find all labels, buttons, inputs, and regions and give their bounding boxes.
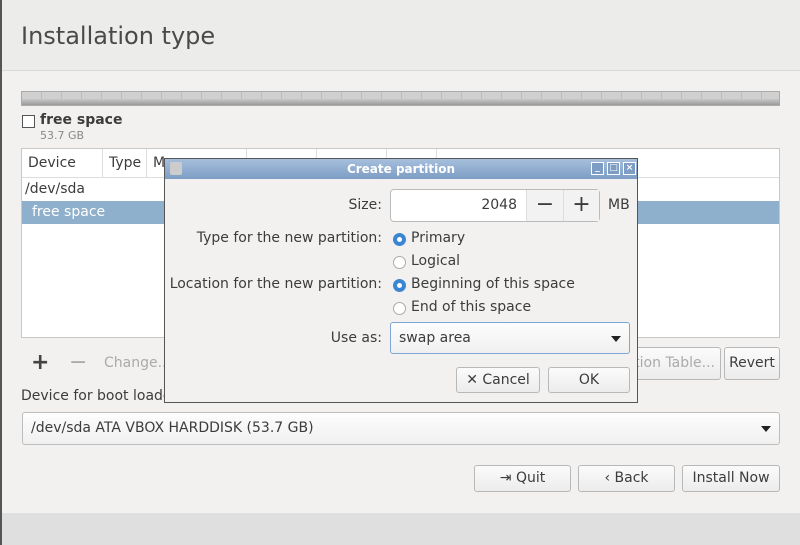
quit-icon: ⇥ bbox=[499, 470, 516, 486]
close-icon[interactable]: × bbox=[623, 162, 636, 175]
increment-button[interactable]: + bbox=[563, 190, 599, 221]
bootloader-device-select[interactable]: /dev/sda ATA VBOX HARDDISK (53.7 GB) bbox=[22, 412, 780, 445]
dialog-title: Create partition bbox=[346, 162, 456, 176]
beginning-label[interactable]: Beginning of this space bbox=[411, 276, 575, 292]
size-label: Size: bbox=[348, 197, 382, 213]
maximize-icon[interactable]: □ bbox=[607, 162, 620, 175]
chevron-down-icon bbox=[611, 336, 621, 342]
chevron-down-icon bbox=[761, 426, 771, 432]
cancel-icon: ✕ bbox=[466, 372, 483, 388]
add-partition-button[interactable]: + bbox=[31, 350, 49, 375]
type-label: Type for the new partition: bbox=[196, 230, 382, 246]
end-label[interactable]: End of this space bbox=[411, 299, 531, 315]
bootloader-value: /dev/sda ATA VBOX HARDDISK (53.7 GB) bbox=[31, 420, 314, 436]
minimize-icon[interactable]: _ bbox=[591, 162, 604, 175]
size-unit: MB bbox=[608, 197, 630, 213]
use-as-label: Use as: bbox=[330, 330, 382, 346]
column-device[interactable]: Device bbox=[22, 149, 103, 178]
chevron-left-icon: ‹ bbox=[604, 470, 615, 486]
radio-end[interactable] bbox=[393, 302, 406, 315]
free-space-label: free space bbox=[40, 112, 123, 128]
free-space-size: 53.7 GB bbox=[40, 129, 85, 142]
quit-button[interactable]: ⇥ Quit bbox=[474, 465, 571, 492]
revert-button[interactable]: Revert bbox=[724, 347, 780, 380]
use-as-select[interactable]: swap area bbox=[390, 322, 630, 354]
column-type[interactable]: Type bbox=[103, 149, 147, 178]
remove-partition-button[interactable]: − bbox=[69, 350, 87, 375]
change-partition-button[interactable]: Change... bbox=[104, 355, 171, 371]
primary-label[interactable]: Primary bbox=[411, 230, 465, 246]
dialog-titlebar[interactable]: Create partition _ □ × bbox=[165, 159, 637, 179]
cancel-button[interactable]: ✕ Cancel bbox=[456, 367, 540, 393]
decrement-button[interactable]: − bbox=[526, 190, 563, 221]
back-button[interactable]: ‹ Back bbox=[578, 465, 675, 492]
radio-primary[interactable] bbox=[393, 233, 406, 246]
ok-button[interactable]: OK bbox=[548, 367, 630, 393]
logical-label[interactable]: Logical bbox=[411, 253, 460, 269]
install-now-button[interactable]: Install Now bbox=[682, 465, 780, 492]
location-label: Location for the new partition: bbox=[169, 276, 382, 292]
page-title: Installation type bbox=[21, 22, 216, 50]
bootloader-label: Device for boot loade bbox=[21, 388, 172, 404]
free-space-legend-swatch bbox=[22, 115, 35, 128]
size-spinner[interactable]: 2048 − + bbox=[390, 189, 600, 222]
create-partition-dialog: Create partition _ □ × Size: 2048 − + MB… bbox=[164, 158, 638, 403]
installer-icon bbox=[170, 162, 182, 175]
radio-logical[interactable] bbox=[393, 256, 406, 269]
window-border bbox=[0, 0, 2, 545]
partition-bar bbox=[21, 91, 780, 106]
use-as-value: swap area bbox=[399, 330, 471, 346]
footer-band bbox=[2, 513, 800, 545]
size-input[interactable]: 2048 bbox=[481, 197, 517, 213]
radio-beginning[interactable] bbox=[393, 279, 406, 292]
